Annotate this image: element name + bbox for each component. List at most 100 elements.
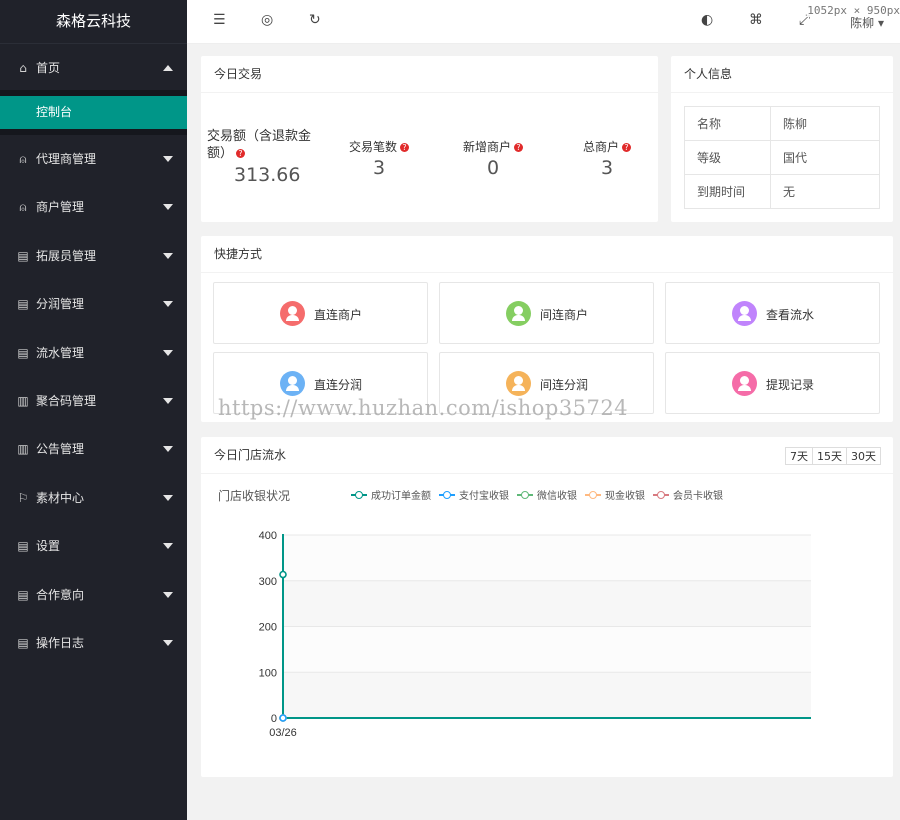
- menu-fold-icon[interactable]: ☰: [213, 12, 226, 28]
- document-icon: ▤: [17, 539, 29, 554]
- sidebar-item-label: 商户管理: [36, 200, 85, 215]
- sidebar: 森格云科技 ⌂ 首页 控制台 ⍝ 代理商管理 ⍝ 商户管理 ▤ 拓展员管理 ▤ 分润管理 ▤ 流水管…: [0, 0, 187, 820]
- x-tick-label: 03/26: [269, 727, 297, 739]
- stat-total-merchants: 总商户? 3: [567, 138, 647, 179]
- stat-label-text: 新增商户: [462, 140, 511, 154]
- personal-info-table: 名称 陈柳 等级 国代 到期时间无: [684, 106, 880, 209]
- data-point: [279, 714, 287, 722]
- shortcut-label: 间连分润: [540, 378, 589, 392]
- document-icon: ▤: [17, 248, 29, 263]
- y-tick-label: 300: [259, 576, 277, 588]
- data-point: [279, 570, 287, 579]
- user-name: 陈柳: [850, 16, 875, 30]
- sidebar-item-label: 操作日志: [36, 635, 85, 650]
- size-badge: 1052px × 950px: [807, 4, 900, 17]
- user-icon: ⍝: [19, 152, 27, 166]
- sidebar-item-5[interactable]: ▥ 聚合码管理: [0, 377, 187, 425]
- line-chart: 0 100 200 300 400 03/26: [259, 530, 811, 739]
- sidebar-item-label: 合作意向: [36, 587, 85, 602]
- watermark-text: https://www.huzhan.com/ishop35724: [218, 396, 629, 420]
- document-icon: ▤: [17, 635, 29, 650]
- info-key: 到期时间: [684, 174, 771, 209]
- sidebar-item-8[interactable]: ▤ 设置: [0, 522, 187, 570]
- tag-icon[interactable]: ⌘: [749, 12, 763, 28]
- document-icon: ▤: [17, 297, 29, 312]
- shortcut-button-2[interactable]: 查看流水: [665, 282, 880, 344]
- stat-value: 313.66: [234, 164, 301, 186]
- info-key: 等级: [684, 140, 771, 175]
- chevron-down-icon: [163, 156, 173, 162]
- top-header: ☰ ◎ ↻ ◐ ⌘ ⤢ 陈柳 ▾ 1052px × 950px: [187, 0, 900, 44]
- sidebar-item-label: 流水管理: [36, 345, 85, 360]
- info-value: 陈柳: [770, 106, 880, 141]
- help-icon[interactable]: ?: [400, 143, 409, 152]
- shortcut-label: 查看流水: [766, 308, 815, 322]
- sidebar-item-label: 聚合码管理: [36, 393, 97, 408]
- sidebar-item-label: 分润管理: [36, 297, 85, 312]
- today-trade-card: 今日交易 交易额（含退款金额）? 313.66 交易笔数? 3 新增商户? 0 …: [201, 56, 658, 222]
- chevron-down-icon: [163, 204, 173, 211]
- sidebar-item-7[interactable]: ⚐ 素材中心: [0, 474, 187, 522]
- sidebar-item-1[interactable]: ⍝ 商户管理: [0, 183, 187, 231]
- plot-band: [283, 535, 811, 581]
- info-key: 名称: [684, 106, 771, 141]
- stat-amount: 交易额（含退款金额）? 313.66: [207, 128, 327, 186]
- stat-value: 0: [486, 157, 500, 179]
- stat-label: 交易笔数?: [339, 138, 419, 155]
- personal-info-card: 个人信息 名称 陈柳 等级 国代 到期时间无: [671, 56, 893, 222]
- shortcut-label: 提现记录: [766, 378, 815, 392]
- chevron-down-icon: [163, 301, 173, 308]
- help-icon[interactable]: ?: [236, 149, 246, 158]
- help-icon[interactable]: ?: [514, 143, 523, 152]
- sidebar-item-2[interactable]: ▤ 拓展员管理: [0, 232, 187, 280]
- chevron-down-icon: [163, 639, 173, 646]
- sidebar-item-label: 首页: [36, 61, 61, 75]
- stat-label: 总商户?: [567, 138, 647, 155]
- info-value: 国代: [770, 140, 880, 175]
- user-icon: [506, 371, 531, 396]
- globe-icon[interactable]: ◎: [261, 12, 273, 28]
- brand-logo: 森格云科技: [0, 0, 187, 44]
- shortcuts-card: 快捷方式 直连商户 间连商户 查看流水 直连分润 间连分润 提现记录: [201, 236, 893, 422]
- home-icon: ⌂: [19, 61, 27, 75]
- chevron-down-icon: [163, 252, 173, 259]
- document-icon: ▤: [17, 345, 29, 360]
- stat-label-text: 交易额（含退款金额）: [207, 129, 312, 161]
- chevron-down-icon: [163, 397, 173, 404]
- table-row: 等级 国代: [684, 140, 880, 175]
- sidebar-item-10[interactable]: ▤ 操作日志: [0, 619, 187, 667]
- chevron-down-icon: [163, 446, 173, 453]
- y-tick-label: 100: [259, 667, 277, 679]
- user-icon: [506, 301, 531, 326]
- plot-band: [283, 672, 811, 718]
- sidebar-item-9[interactable]: ▤ 合作意向: [0, 571, 187, 619]
- chevron-down-icon: [163, 349, 173, 356]
- shortcut-button-1[interactable]: 间连商户: [439, 282, 654, 344]
- user-icon: [280, 371, 305, 396]
- chevron-down-icon: [163, 494, 173, 501]
- shortcut-button-0[interactable]: 直连商户: [213, 282, 428, 344]
- sidebar-item-label: 设置: [36, 539, 61, 554]
- flag-icon: ⚐: [17, 490, 29, 505]
- shortcut-label: 直连商户: [314, 308, 363, 322]
- shortcut-button-5[interactable]: 提现记录: [665, 352, 880, 414]
- help-icon[interactable]: ?: [622, 143, 631, 152]
- y-tick-label: 0: [271, 713, 277, 725]
- refresh-icon[interactable]: ↻: [309, 12, 321, 28]
- stat-label-text: 交易笔数: [348, 140, 397, 154]
- sidebar-item-label: 拓展员管理: [36, 248, 97, 263]
- sidebar-item-6[interactable]: ▥ 公告管理: [0, 425, 187, 473]
- shortcut-label: 间连商户: [540, 308, 589, 322]
- plot-band: [283, 580, 811, 627]
- sidebar-subitem-dashboard[interactable]: 控制台: [0, 96, 187, 129]
- user-icon: [732, 371, 757, 396]
- sidebar-item-label: 公告管理: [36, 442, 85, 457]
- stat-value: 3: [372, 157, 386, 179]
- theme-icon[interactable]: ◐: [701, 12, 713, 28]
- sidebar-item-4[interactable]: ▤ 流水管理: [0, 329, 187, 377]
- sidebar-item-3[interactable]: ▤ 分润管理: [0, 280, 187, 328]
- sidebar-item-0[interactable]: ⍝ 代理商管理: [0, 135, 187, 183]
- sidebar-item-home[interactable]: ⌂ 首页: [0, 44, 187, 92]
- table-row: 名称 陈柳: [684, 106, 880, 141]
- y-tick-label: 200: [259, 622, 277, 634]
